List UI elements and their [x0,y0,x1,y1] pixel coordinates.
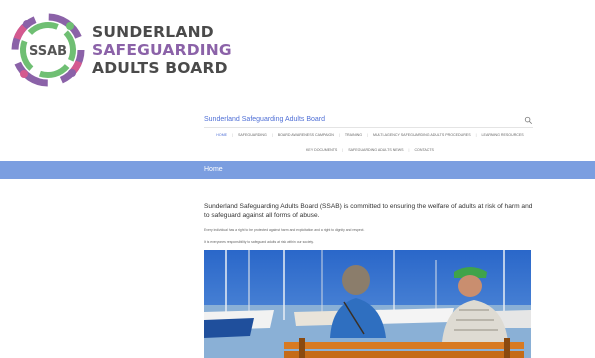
page-title-bar: Home [0,161,595,179]
logo-text: SUNDERLAND SAFEGUARDING ADULTS BOARD [92,23,232,77]
logo-line-3: ADULTS BOARD [92,59,228,77]
logo-line-1: SUNDERLAND [92,23,214,41]
nav-item-safeguarding[interactable]: Safeguarding [235,133,270,137]
ssab-logo[interactable]: SSAB SUNDERLAND SAFEGUARDING ADULTS BOAR… [8,10,232,90]
site-title[interactable]: Sunderland Safeguarding Adults Board [204,116,325,123]
search-icon[interactable] [524,116,533,125]
main-nav-row-1: Home | Safeguarding | Board Awareness Ca… [160,133,580,137]
main-nav-row-2: Key Documents | Safeguarding Adults News… [160,148,580,152]
body-paragraph-2: It is everyones responsibility to safegu… [204,240,314,244]
bench-photo-illustration [204,250,531,358]
hero-photo [204,250,531,358]
nav-item-training[interactable]: Training [342,133,365,137]
nav-item-learning-resources[interactable]: Learning Resources [479,133,527,137]
logo-rings-icon: SSAB [11,13,85,87]
body-paragraph-1: Every individual has a right to be prote… [204,228,365,232]
nav-item-news[interactable]: Safeguarding Adults News [345,148,406,152]
nav-item-procedures[interactable]: Multi-Agency Safeguarding Adults Procedu… [370,133,474,137]
intro-paragraph: Sunderland Safeguarding Adults Board (SS… [204,203,533,219]
logo-badge: SSAB [29,44,67,59]
nav-item-key-documents[interactable]: Key Documents [303,148,340,152]
nav-item-contacts[interactable]: Contacts [411,148,437,152]
logo-line-2: SAFEGUARDING [92,41,232,59]
page-title: Home [204,166,223,173]
nav-item-board-awareness-campaign[interactable]: Board Awareness Campaign [275,133,337,137]
nav-item-home[interactable]: Home [213,133,230,137]
header-divider [204,127,533,128]
